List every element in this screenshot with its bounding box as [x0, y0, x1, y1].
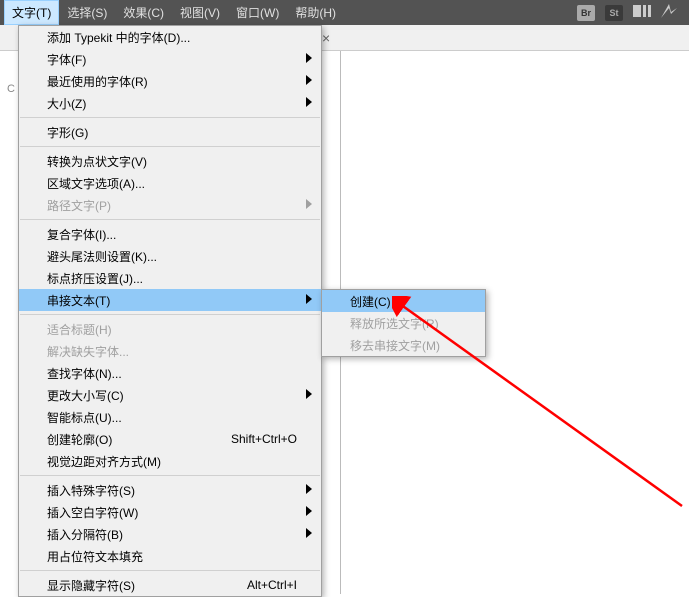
menu-item[interactable]: 更改大小写(C): [19, 384, 321, 406]
menu-item-label: 显示隐藏字符(S): [47, 577, 135, 594]
menu-text[interactable]: 文字(T): [4, 0, 59, 25]
menu-item[interactable]: 插入分隔符(B): [19, 523, 321, 545]
menu-item[interactable]: 显示隐藏字符(S) Alt+Ctrl+I: [19, 574, 321, 596]
menu-item[interactable]: 字形(G): [19, 121, 321, 143]
menu-item-label: 标点挤压设置(J)...: [47, 270, 143, 287]
submenu-arrow-icon: [305, 483, 313, 498]
menu-item[interactable]: 大小(Z): [19, 92, 321, 114]
menu-item-label: 最近使用的字体(R): [47, 73, 148, 90]
panel-letter: C: [7, 83, 15, 95]
menu-item[interactable]: 区域文字选项(A)...: [19, 172, 321, 194]
menu-effect[interactable]: 效果(C): [115, 0, 172, 25]
menu-item-label: 大小(Z): [47, 95, 86, 112]
submenu-arrow-icon: [305, 505, 313, 520]
menubar: 文字(T) 选择(S) 效果(C) 视图(V) 窗口(W) 帮助(H): [4, 0, 344, 25]
menu-item[interactable]: 查找字体(N)...: [19, 362, 321, 384]
menu-item: 路径文字(P): [19, 194, 321, 216]
menu-item[interactable]: 避头尾法则设置(K)...: [19, 245, 321, 267]
menu-select[interactable]: 选择(S): [59, 0, 115, 25]
menu-help[interactable]: 帮助(H): [287, 0, 344, 25]
menu-separator: [20, 146, 320, 147]
menu-item-label: 字形(G): [47, 124, 88, 141]
menu-item-label: 路径文字(P): [47, 197, 111, 214]
menu-item: 释放所选文字(R): [322, 312, 485, 334]
menu-item[interactable]: 创建(C): [322, 290, 485, 312]
menu-shortcut: Alt+Ctrl+I: [247, 578, 297, 592]
menu-item-label: 更改大小写(C): [47, 387, 124, 404]
bridge-icon[interactable]: Br: [577, 5, 595, 21]
menu-item-label: 用占位符文本填充: [47, 548, 143, 565]
menu-item[interactable]: 最近使用的字体(R): [19, 70, 321, 92]
menu-item[interactable]: 添加 Typekit 中的字体(D)...: [19, 26, 321, 48]
menu-item: 适合标题(H): [19, 318, 321, 340]
menu-item[interactable]: 用占位符文本填充: [19, 545, 321, 567]
menu-item-label: 避头尾法则设置(K)...: [47, 248, 157, 265]
menu-item-label: 创建轮廓(O): [47, 431, 112, 448]
menu-item: 移去串接文字(M): [322, 334, 485, 356]
submenu-arrow-icon: [305, 527, 313, 542]
menu-item-label: 智能标点(U)...: [47, 409, 122, 426]
close-icon[interactable]: ×: [322, 30, 330, 46]
menu-item[interactable]: 复合字体(I)...: [19, 223, 321, 245]
menu-separator: [20, 570, 320, 571]
menu-view[interactable]: 视图(V): [172, 0, 228, 25]
menu-item-label: 复合字体(I)...: [47, 226, 116, 243]
menu-item-label: 添加 Typekit 中的字体(D)...: [47, 29, 190, 46]
submenu-arrow-icon: [305, 52, 313, 67]
arrange-icon[interactable]: [633, 4, 651, 21]
menu-separator: [20, 314, 320, 315]
stock-icon[interactable]: St: [605, 5, 623, 21]
send-icon[interactable]: [661, 4, 677, 21]
menu-item[interactable]: 标点挤压设置(J)...: [19, 267, 321, 289]
submenu-arrow-icon: [305, 293, 313, 308]
menu-separator: [20, 475, 320, 476]
submenu-arrow-icon: [305, 388, 313, 403]
menu-item-label: 释放所选文字(R): [350, 315, 439, 332]
menu-separator: [20, 117, 320, 118]
menu-window[interactable]: 窗口(W): [228, 0, 287, 25]
menu-shortcut: Shift+Ctrl+O: [231, 432, 297, 446]
menu-item[interactable]: 插入空白字符(W): [19, 501, 321, 523]
menu-item-label: 转换为点状文字(V): [47, 153, 147, 170]
menu-item[interactable]: 转换为点状文字(V): [19, 150, 321, 172]
menu-item[interactable]: 智能标点(U)...: [19, 406, 321, 428]
menu-item-label: 插入分隔符(B): [47, 526, 123, 543]
menu-separator: [20, 219, 320, 220]
menu-item-label: 创建(C): [350, 293, 391, 310]
menu-item-label: 移去串接文字(M): [350, 337, 440, 354]
menu-item-label: 串接文本(T): [47, 292, 110, 309]
menu-item-label: 适合标题(H): [47, 321, 112, 338]
menu-item-label: 查找字体(N)...: [47, 365, 122, 382]
submenu-arrow-icon: [305, 74, 313, 89]
menu-item[interactable]: 视觉边距对齐方式(M): [19, 450, 321, 472]
menu-item-label: 字体(F): [47, 51, 86, 68]
menu-item-label: 插入空白字符(W): [47, 504, 138, 521]
menu-item-label: 视觉边距对齐方式(M): [47, 453, 161, 470]
menu-item[interactable]: 字体(F): [19, 48, 321, 70]
topbar: 文字(T) 选择(S) 效果(C) 视图(V) 窗口(W) 帮助(H) Br S…: [0, 0, 689, 25]
topbar-right: Br St: [577, 4, 685, 21]
menu-item-label: 区域文字选项(A)...: [47, 175, 145, 192]
menu-item: 解决缺失字体...: [19, 340, 321, 362]
text-menu-dropdown: 添加 Typekit 中的字体(D)... 字体(F) 最近使用的字体(R) 大小(Z…: [18, 25, 322, 597]
thread-text-submenu: 创建(C) 释放所选文字(R) 移去串接文字(M): [321, 289, 486, 357]
menu-item[interactable]: 创建轮廓(O) Shift+Ctrl+O: [19, 428, 321, 450]
menu-item[interactable]: 串接文本(T): [19, 289, 321, 311]
menu-item[interactable]: 插入特殊字符(S): [19, 479, 321, 501]
menu-item-label: 解决缺失字体...: [47, 343, 129, 360]
submenu-arrow-icon: [305, 198, 313, 213]
submenu-arrow-icon: [305, 96, 313, 111]
menu-item-label: 插入特殊字符(S): [47, 482, 135, 499]
